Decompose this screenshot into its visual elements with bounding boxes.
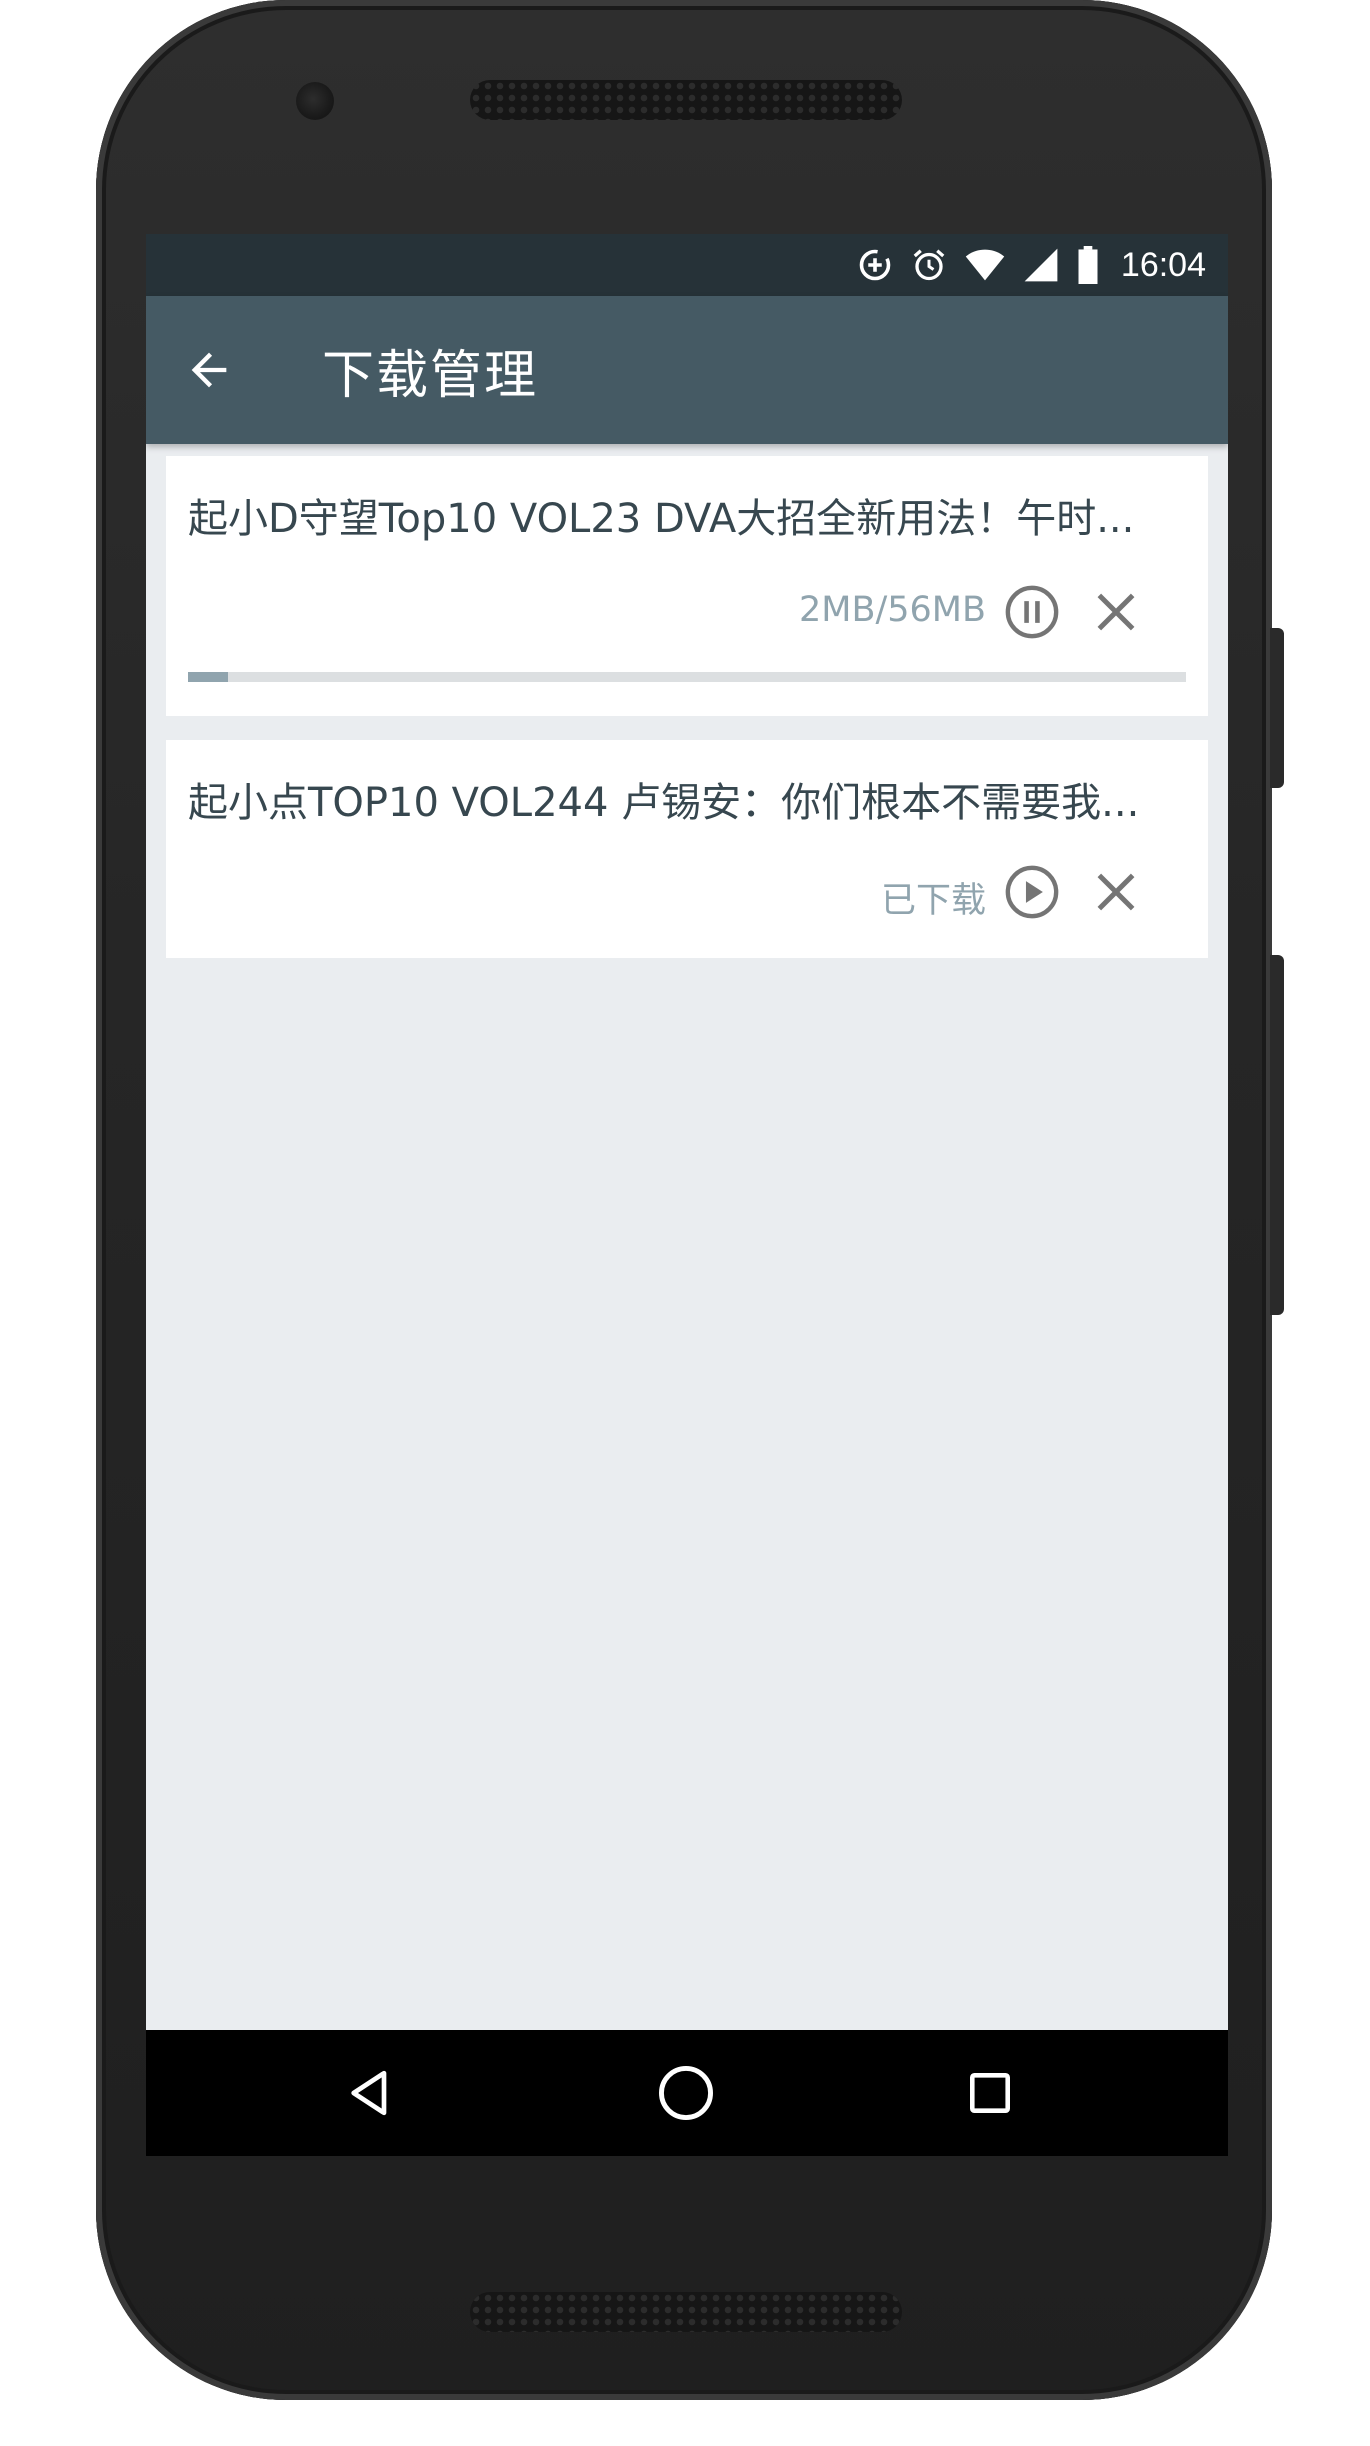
nav-home-button[interactable] bbox=[646, 2053, 726, 2133]
status-bar: 16:04 bbox=[146, 234, 1228, 296]
nav-back-button[interactable] bbox=[330, 2053, 410, 2133]
nav-recents-icon bbox=[970, 2073, 1010, 2113]
download-list: 起小D守望Top10 VOL23 DVA大招全新用法！午时... 2MB/56M… bbox=[166, 456, 1208, 982]
download-title: 起小D守望Top10 VOL23 DVA大招全新用法！午时... bbox=[188, 496, 1135, 542]
wifi-icon bbox=[965, 247, 1005, 283]
play-circle-icon bbox=[1005, 865, 1059, 919]
arrow-back-icon bbox=[191, 352, 227, 388]
close-icon bbox=[1097, 593, 1135, 631]
screen: 16:04 下载管理 起小D守望Top10 VOL23 DVA大招全新用法！午时… bbox=[146, 234, 1228, 2156]
volume-button bbox=[1270, 955, 1284, 1315]
play-button[interactable] bbox=[1000, 860, 1064, 924]
app-bar: 下载管理 bbox=[146, 296, 1228, 444]
remove-button[interactable] bbox=[1084, 860, 1148, 924]
power-button bbox=[1270, 628, 1284, 788]
navigation-bar bbox=[146, 2030, 1228, 2156]
nav-back-icon bbox=[351, 2070, 387, 2116]
remove-button[interactable] bbox=[1084, 580, 1148, 644]
front-camera bbox=[296, 82, 334, 120]
download-item[interactable]: 起小点TOP10 VOL244 卢锡安：你们根本不需要我... 已下载 bbox=[166, 740, 1208, 958]
alarm-icon bbox=[911, 247, 947, 283]
close-icon bbox=[1097, 873, 1135, 911]
nav-recents-button[interactable] bbox=[950, 2053, 1030, 2133]
progress-fill bbox=[188, 672, 228, 682]
earpiece-speaker bbox=[470, 80, 902, 120]
back-button[interactable] bbox=[146, 296, 284, 444]
download-status: 已下载 bbox=[880, 881, 986, 921]
bottom-speaker bbox=[470, 2292, 902, 2332]
download-title: 起小点TOP10 VOL244 卢锡安：你们根本不需要我... bbox=[188, 780, 1140, 826]
signal-icon bbox=[1023, 247, 1059, 283]
page-title: 下载管理 bbox=[322, 345, 539, 406]
download-item[interactable]: 起小D守望Top10 VOL23 DVA大招全新用法！午时... 2MB/56M… bbox=[166, 456, 1208, 716]
battery-icon bbox=[1077, 246, 1099, 284]
progress-bar bbox=[188, 672, 1186, 682]
status-time: 16:04 bbox=[1120, 245, 1206, 284]
pause-button[interactable] bbox=[1000, 580, 1064, 644]
nav-home-icon bbox=[659, 2066, 713, 2120]
data-saver-icon bbox=[857, 247, 893, 283]
download-size: 2MB/56MB bbox=[798, 590, 986, 630]
pause-circle-icon bbox=[1005, 585, 1059, 639]
